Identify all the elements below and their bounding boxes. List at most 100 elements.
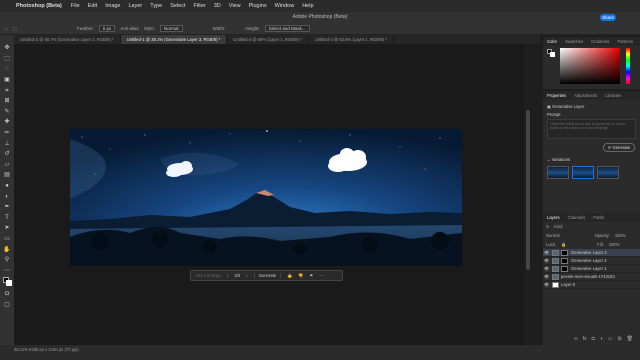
color-field[interactable] — [560, 48, 620, 84]
tab-swatches[interactable]: Swatches — [561, 39, 587, 44]
frame-tool-icon[interactable]: ⊠ — [3, 97, 11, 105]
blend-mode-select[interactable]: Normal — [546, 233, 560, 238]
tab-properties[interactable]: Properties — [543, 93, 570, 98]
blur-tool-icon[interactable]: ● — [3, 182, 11, 190]
document-image[interactable] — [70, 129, 462, 266]
variation-thumbnail-2[interactable] — [572, 166, 594, 179]
menu-help[interactable]: Help — [302, 3, 313, 9]
generate-button[interactable]: Generate — [253, 273, 282, 278]
layer-row[interactable]: 👁 Generative Layer 3 — [543, 249, 640, 257]
share-button[interactable]: Share — [600, 14, 616, 21]
type-tool-icon[interactable]: T — [3, 214, 11, 222]
lasso-tool-icon[interactable]: ◌ — [3, 65, 11, 73]
menu-plugins[interactable]: Plugins — [249, 3, 267, 9]
crop-tool-icon[interactable]: ⌗ — [3, 87, 11, 95]
properties-generate-button[interactable]: ⟳ Generate — [602, 143, 635, 152]
panel-background-swatch[interactable] — [550, 52, 555, 57]
tab-color[interactable]: Color — [543, 39, 561, 44]
menu-file[interactable]: File — [71, 3, 80, 9]
trash-icon[interactable]: 🗑 — [627, 336, 633, 342]
tab-untitled-3[interactable]: Untitled-3 @ 59% (Layer 1, RGB/8) * — [227, 35, 309, 44]
eye-icon[interactable]: 👁 — [543, 282, 550, 287]
quick-mask-icon[interactable]: ◘ — [3, 290, 11, 298]
select-and-mask-button[interactable]: Select and Mask... — [264, 25, 310, 32]
menu-type[interactable]: Type — [150, 3, 162, 9]
hand-tool-icon[interactable]: ✋ — [3, 246, 11, 254]
lock-icon[interactable]: 🔒 — [561, 242, 566, 248]
menu-window[interactable]: Window — [275, 3, 295, 9]
brush-tool-icon[interactable]: ✏ — [3, 129, 11, 137]
more-options-icon[interactable]: ⋯ — [319, 273, 323, 278]
menu-select[interactable]: Select — [170, 3, 185, 9]
history-brush-icon[interactable]: ↺ — [3, 150, 11, 158]
feather-input[interactable]: 0 px — [98, 25, 116, 32]
layer-row[interactable]: 👁 Layer 0 — [543, 281, 640, 289]
variation-thumbnail-1[interactable] — [547, 166, 569, 179]
menu-edit[interactable]: Edit — [88, 3, 97, 9]
tab-channels[interactable]: Channels — [564, 215, 590, 220]
eye-icon[interactable]: 👁 — [543, 274, 550, 279]
foreground-background-colors[interactable] — [3, 277, 12, 287]
more-tools-icon[interactable]: ⋯ — [3, 267, 11, 275]
tab-libraries[interactable]: Libraries — [601, 93, 625, 98]
screen-mode-icon[interactable]: ▢ — [3, 301, 11, 309]
tab-layers[interactable]: Layers — [543, 215, 564, 220]
tab-patterns[interactable]: Patterns — [613, 39, 637, 44]
tab-untitled-4[interactable]: Untitled-4 @ 53.6% (Layer 1, RGB/8) * — [309, 35, 394, 44]
object-select-tool-icon[interactable]: ▣ — [3, 76, 11, 84]
menu-filter[interactable]: Filter — [194, 3, 206, 9]
fill-input[interactable]: 100% — [609, 242, 620, 247]
eye-icon[interactable]: 👁 — [543, 250, 550, 255]
thumbs-up-icon[interactable]: 👍 — [287, 273, 292, 279]
thumbs-down-icon[interactable]: 👎 — [298, 273, 303, 279]
hue-slider[interactable] — [626, 48, 630, 84]
move-tool-icon[interactable]: ✥ — [3, 44, 11, 52]
adjustment-icon[interactable]: ◑ — [600, 336, 603, 342]
flag-icon[interactable]: ⚑ — [310, 273, 314, 278]
eye-icon[interactable]: 👁 — [543, 258, 550, 263]
layer-row[interactable]: 👁 Generative Layer 2 — [543, 257, 640, 265]
fx-icon[interactable]: fx — [583, 336, 587, 342]
link-icon[interactable]: ∞ — [574, 336, 578, 342]
menu-image[interactable]: Image — [105, 3, 120, 9]
marquee-tool-icon[interactable]: ⬚ — [3, 55, 11, 63]
rectangle-tool-icon[interactable]: ▭ — [3, 235, 11, 243]
eraser-tool-icon[interactable]: ▱ — [3, 161, 11, 169]
tab-untitled-2[interactable]: Untitled-2 @ 66.7% (Generative Layer 2, … — [14, 35, 121, 44]
path-select-icon[interactable]: ➤ — [3, 224, 11, 232]
dodge-tool-icon[interactable]: ◐ — [3, 193, 11, 201]
layer-mask-thumbnail[interactable] — [561, 249, 568, 256]
gradient-tool-icon[interactable]: ▤ — [3, 171, 11, 179]
eye-icon[interactable]: 👁 — [543, 266, 550, 271]
folder-icon[interactable]: ▭ — [608, 336, 613, 342]
clone-stamp-icon[interactable]: ⊥ — [3, 140, 11, 148]
tab-paths[interactable]: Paths — [589, 215, 608, 220]
menu-view[interactable]: View — [229, 3, 241, 9]
layer-row[interactable]: 👁 Generative Layer 1 — [543, 265, 640, 273]
menu-layer[interactable]: Layer — [129, 3, 143, 9]
canvas-vertical-scrollbar[interactable] — [526, 110, 530, 270]
tab-untitled-1[interactable]: Untitled-1 @ 38.1% (Generative Layer 3, … — [120, 35, 228, 44]
layer-row[interactable]: 👁 pexels-aron-visuals-1743183 — [543, 273, 640, 281]
opacity-input[interactable]: 100% — [615, 233, 626, 238]
eyedropper-tool-icon[interactable]: ✎ — [3, 108, 11, 116]
previous-variation-icon[interactable]: ‹ — [227, 273, 228, 278]
tab-gradients[interactable]: Gradients — [587, 39, 613, 44]
marquee-tool-icon[interactable]: ⬚ — [13, 26, 17, 32]
app-name[interactable]: Photoshop (Beta) — [16, 3, 62, 9]
next-variation-icon[interactable]: › — [246, 273, 247, 278]
menu-3d[interactable]: 3D — [214, 3, 221, 9]
style-select[interactable]: Normal — [160, 25, 183, 32]
antialias-checkbox[interactable]: Anti-alias — [120, 26, 139, 31]
home-icon[interactable]: ⌂ — [5, 26, 8, 31]
add-mask-icon[interactable]: ◘ — [592, 336, 595, 342]
pen-tool-icon[interactable]: ✒ — [3, 203, 11, 211]
tab-adjustments[interactable]: Adjustments — [570, 93, 601, 98]
background-swatch[interactable] — [6, 280, 12, 287]
healing-brush-icon[interactable]: ✚ — [3, 118, 11, 126]
kind-filter[interactable]: Kind — [554, 224, 562, 229]
variation-thumbnail-3[interactable] — [597, 166, 619, 179]
layer-mask-thumbnail[interactable] — [561, 265, 568, 272]
prompt-textarea[interactable]: Describe what you'd like to generate or … — [547, 119, 636, 139]
layer-mask-thumbnail[interactable] — [561, 257, 568, 264]
